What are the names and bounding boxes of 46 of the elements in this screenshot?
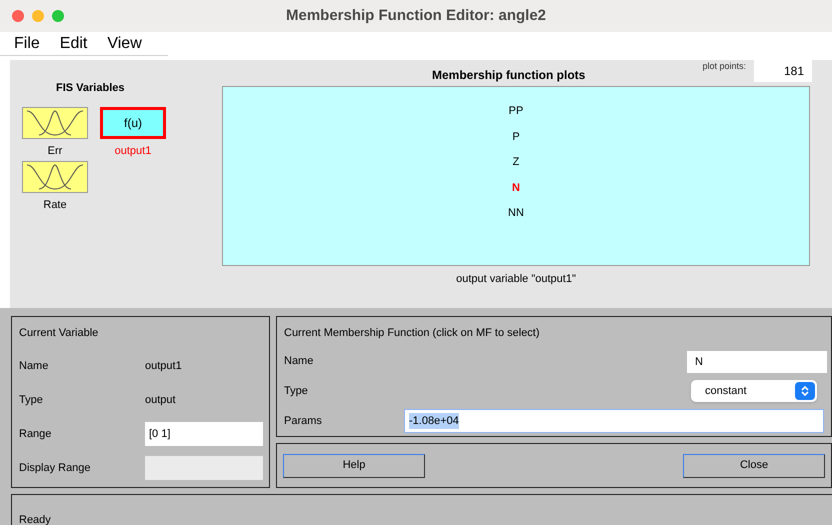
membership-curves-icon bbox=[25, 108, 85, 136]
name-field[interactable]: N bbox=[687, 350, 827, 373]
field-value: output1 bbox=[145, 358, 182, 374]
field-label: Params bbox=[284, 414, 323, 429]
params-field[interactable]: -1.08e+04 bbox=[404, 409, 824, 434]
panel-title: Current Variable bbox=[19, 326, 100, 341]
variable-label: output1 bbox=[114, 144, 152, 158]
variable-tile[interactable]: f(u) bbox=[100, 106, 166, 138]
variable-tile[interactable] bbox=[22, 161, 88, 193]
variable-label: Err bbox=[48, 144, 62, 158]
field-value: output bbox=[145, 392, 176, 408]
membership-curves-icon bbox=[25, 163, 85, 191]
plot-points-label: plot points: bbox=[702, 61, 746, 71]
range-field[interactable]: [0 1] bbox=[145, 422, 263, 446]
plot-points-field[interactable]: 181 bbox=[754, 60, 812, 82]
chevron-icon bbox=[795, 382, 815, 400]
plot-caption: output variable "output1" bbox=[455, 272, 577, 287]
menu-item[interactable]: View bbox=[107, 32, 142, 56]
field-label: Name bbox=[19, 358, 50, 374]
field-label: Display Range bbox=[19, 460, 92, 476]
zoom-button[interactable] bbox=[52, 10, 64, 22]
minimize-button[interactable] bbox=[32, 10, 44, 22]
type-dropdown[interactable]: constant bbox=[691, 380, 817, 402]
dialog-button[interactable]: Help bbox=[283, 454, 425, 478]
field-label: Name bbox=[284, 354, 314, 370]
field-label: Range bbox=[19, 426, 52, 442]
mf-label[interactable]: Z bbox=[512, 154, 520, 172]
mf-label[interactable]: N bbox=[512, 180, 520, 197]
panel-title: Current Membership Function (click on MF to select) bbox=[284, 326, 541, 341]
variable-label: Rate bbox=[43, 198, 67, 213]
field-label: Type bbox=[19, 392, 44, 408]
mf-label[interactable]: P bbox=[512, 128, 520, 146]
close-button[interactable] bbox=[12, 10, 24, 22]
mf-label[interactable]: NN bbox=[508, 205, 524, 222]
window-title: Membership Function Editor: angle2 bbox=[286, 6, 546, 26]
plot-area[interactable]: PP P Z N NN bbox=[222, 86, 810, 266]
display-range-field[interactable] bbox=[145, 456, 263, 480]
variable-tile[interactable] bbox=[22, 106, 88, 138]
plot-title: Membership function plots bbox=[432, 67, 586, 84]
menu-item[interactable]: Edit bbox=[60, 32, 88, 56]
menu-item[interactable]: File bbox=[14, 32, 40, 56]
status-text: Ready bbox=[19, 514, 51, 525]
section-title: FIS Variables bbox=[55, 81, 126, 96]
mf-label[interactable]: PP bbox=[508, 103, 524, 120]
dialog-button[interactable]: Close bbox=[683, 454, 825, 478]
field-label: Type bbox=[284, 384, 308, 400]
